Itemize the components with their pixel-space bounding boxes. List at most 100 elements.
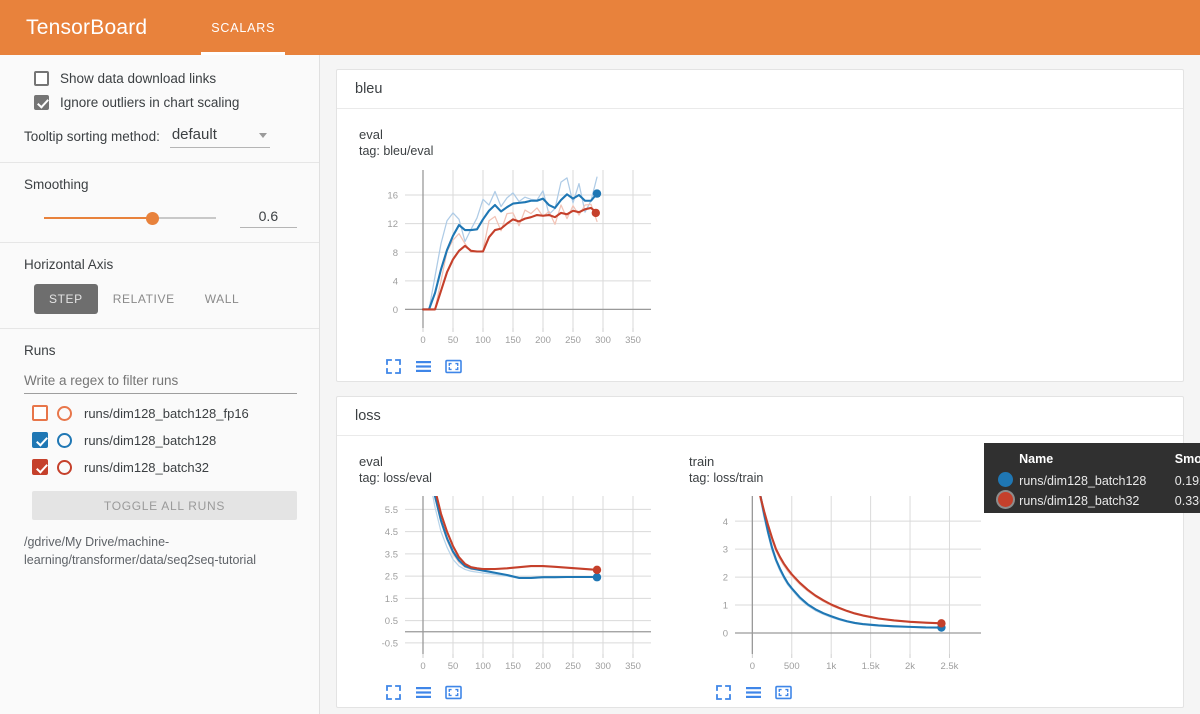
horizontal-axis-buttons: STEP RELATIVE WALL	[34, 284, 297, 314]
tooltip-col-name: Name	[1019, 452, 1054, 466]
run-checkbox-1[interactable]	[32, 432, 48, 448]
svg-text:300: 300	[595, 661, 611, 672]
run-item-2[interactable]: runs/dim128_batch32	[32, 459, 297, 475]
data-table-icon[interactable]	[415, 358, 432, 375]
card-title-loss: loss	[337, 397, 1183, 436]
axis-option-step[interactable]: STEP	[34, 284, 98, 314]
svg-text:2k: 2k	[905, 661, 915, 672]
tooltip-col-dot	[984, 452, 1019, 471]
fit-domain-icon[interactable]	[775, 684, 792, 701]
ignore-outliers-label: Ignore outliers in chart scaling	[60, 95, 240, 110]
fit-domain-icon[interactable]	[445, 684, 462, 701]
tab-scalars[interactable]: SCALARS	[193, 0, 293, 55]
svg-text:100: 100	[475, 335, 491, 346]
ignore-outliers-checkbox[interactable]	[34, 95, 49, 110]
chart-tag-2: tag: loss/train	[689, 470, 764, 485]
axis-option-relative[interactable]: RELATIVE	[98, 284, 190, 314]
svg-text:250: 250	[565, 661, 581, 672]
data-table-icon[interactable]	[745, 684, 762, 701]
chart-tooltip: Name Smoothed Value Step Time Relative r…	[984, 443, 1200, 513]
svg-text:2.5k: 2.5k	[940, 661, 958, 672]
tooltip-row-name: runs/dim128_batch32	[1019, 494, 1140, 508]
expand-icon[interactable]	[385, 358, 402, 375]
card-title-bleu: bleu	[337, 70, 1183, 109]
svg-text:0: 0	[723, 629, 728, 640]
checkbox-row-download-links[interactable]: Show data download links	[34, 71, 297, 86]
run-color-circle-1[interactable]	[57, 432, 72, 448]
line-chart-bleu-eval[interactable]: 0 4 8 12 16 0 50 100 150 200 250 300 350	[359, 164, 659, 354]
toggle-all-runs-button[interactable]: TOGGLE ALL RUNS	[32, 491, 297, 520]
tooltip-sorting-row: Tooltip sorting method: default	[24, 126, 297, 148]
tooltip-table: Name Smoothed Value Step Time Relative r…	[984, 452, 1200, 511]
series-color-dot	[998, 492, 1013, 507]
svg-text:1.5k: 1.5k	[862, 661, 880, 672]
page-body: Show data download links Ignore outliers…	[0, 55, 1200, 714]
runs-filter-input[interactable]	[24, 370, 297, 394]
show-download-links-checkbox[interactable]	[34, 71, 49, 86]
svg-text:500: 500	[784, 661, 800, 672]
svg-text:0.5: 0.5	[385, 616, 398, 627]
settings-section: Show data download links Ignore outliers…	[0, 55, 319, 162]
svg-text:100: 100	[475, 661, 491, 672]
smoothing-section: Smoothing 0.6	[0, 162, 319, 242]
chart-cell-loss-eval: eval tag: loss/eval -0.5 0.5 1.5 2.5 3.5 4.5 5…	[337, 446, 667, 702]
svg-text:0: 0	[393, 305, 398, 316]
run-color-circle-2[interactable]	[57, 459, 72, 475]
slider-knob[interactable]	[145, 212, 159, 225]
svg-text:3.5: 3.5	[385, 549, 398, 560]
run-checkbox-2[interactable]	[32, 459, 48, 475]
tooltip-sorting-select[interactable]: default	[169, 126, 270, 148]
show-download-links-label: Show data download links	[60, 71, 217, 86]
expand-icon[interactable]	[385, 684, 402, 701]
smoothing-value[interactable]: 0.6	[239, 208, 297, 228]
svg-text:1.5: 1.5	[385, 594, 398, 605]
app-title: TensorBoard	[26, 15, 148, 39]
tooltip-row-dot	[984, 491, 1019, 511]
run-label-1: runs/dim128_batch128	[84, 432, 217, 448]
svg-text:5.5: 5.5	[385, 505, 398, 516]
chart-tag-1: tag: loss/eval	[359, 470, 432, 485]
svg-text:350: 350	[625, 335, 641, 346]
tooltip-col-smoothed: Smoothed	[1174, 452, 1200, 466]
horizontal-axis-title: Horizontal Axis	[24, 257, 114, 272]
svg-text:0: 0	[420, 661, 425, 672]
run-label-2: runs/dim128_batch32	[84, 459, 210, 475]
tooltip-row: runs/dim128_batch128 0.1921 0.1964 2.398…	[984, 471, 1200, 491]
chart-run-name-2: train	[689, 453, 715, 469]
data-table-icon[interactable]	[415, 684, 432, 701]
tooltip-row: runs/dim128_batch32 0.3365 0.3459 2.398k…	[984, 491, 1200, 511]
svg-text:8: 8	[393, 247, 398, 258]
tooltip-sorting-label: Tooltip sorting method:	[24, 129, 160, 144]
run-color-circle-0[interactable]	[57, 405, 72, 421]
fit-domain-icon[interactable]	[445, 358, 462, 375]
line-chart-loss-train[interactable]: 0 1 2 3 4 0 500 1k 1.5k 2k 2.5k	[689, 490, 989, 680]
chart-run-name-1: eval	[359, 453, 383, 469]
svg-text:200: 200	[535, 335, 551, 346]
smoothing-title: Smoothing	[24, 177, 89, 192]
svg-text:4: 4	[393, 276, 398, 287]
chart-run-name-0: eval	[359, 127, 383, 142]
tooltip-row-name: runs/dim128_batch128	[1019, 474, 1147, 488]
slider-fill	[44, 217, 153, 219]
svg-text:50: 50	[448, 661, 459, 672]
tooltip-row-smoothed: 0.1921	[1174, 474, 1200, 488]
svg-text:12: 12	[387, 219, 398, 230]
svg-text:200: 200	[535, 661, 551, 672]
chart-icons-1	[385, 684, 667, 701]
svg-text:0: 0	[420, 335, 425, 346]
expand-icon[interactable]	[715, 684, 732, 701]
horizontal-axis-section: Horizontal Axis STEP RELATIVE WALL	[0, 242, 319, 328]
smoothing-slider[interactable]	[44, 211, 216, 225]
top-bar: TensorBoard SCALARS	[0, 0, 1200, 55]
logdir-path: /gdrive/My Drive/machine-learning/transf…	[24, 535, 257, 568]
run-item-1[interactable]: runs/dim128_batch128	[32, 432, 297, 448]
line-chart-loss-eval[interactable]: -0.5 0.5 1.5 2.5 3.5 4.5 5.5 0 50 100 150 200 250 300…	[359, 490, 659, 680]
checkbox-row-ignore-outliers[interactable]: Ignore outliers in chart scaling	[34, 95, 297, 110]
tooltip-row-dot	[984, 471, 1019, 491]
svg-text:2: 2	[723, 573, 728, 584]
runs-title: Runs	[24, 343, 56, 358]
run-item-0[interactable]: runs/dim128_batch128_fp16	[32, 405, 297, 421]
sidebar: Show data download links Ignore outliers…	[0, 55, 320, 714]
axis-option-wall[interactable]: WALL	[190, 284, 255, 314]
run-checkbox-0[interactable]	[32, 405, 48, 421]
